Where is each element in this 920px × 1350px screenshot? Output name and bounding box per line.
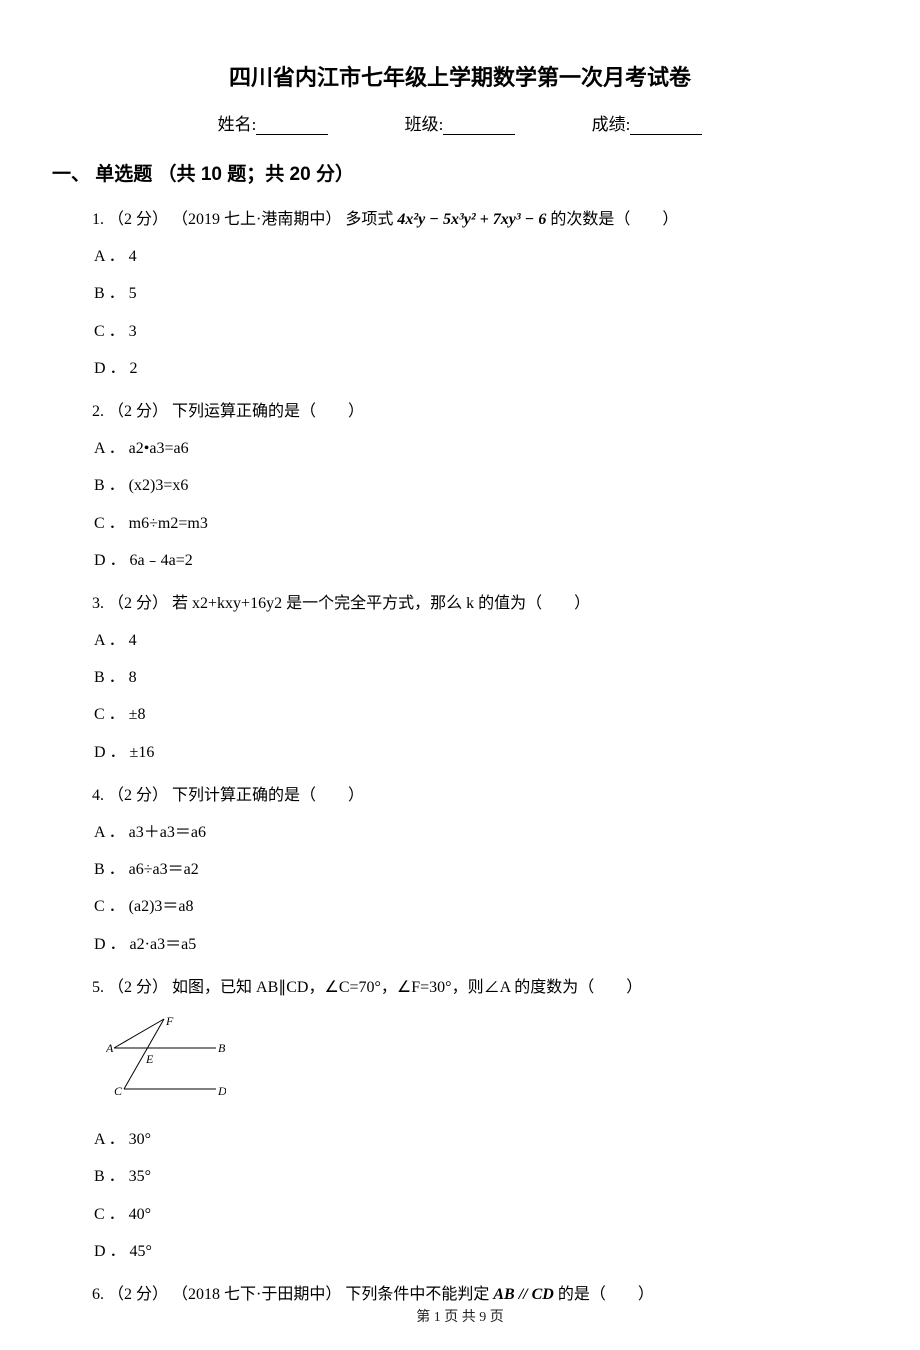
question-points: （2 分） [108,979,168,996]
score-label: 成绩: [592,115,631,134]
option-b: B ． 8 [92,660,860,695]
page-footer: 第 1 页 共 9 页 [0,1306,920,1326]
section-heading: 一、 单选题 （共 10 题；共 20 分） [52,159,860,186]
svg-text:B: B [218,1041,226,1055]
option-b: B ． 35° [92,1159,860,1194]
option-b: B ． a6÷a3＝a2 [92,852,860,887]
options: A ． a2•a3=a6 B ． (x2)3=x6 C ． m6÷m2=m3 D… [92,431,860,578]
question-source: （2018 七下·于田期中） [172,1286,341,1303]
question-points: （2 分） [108,787,168,804]
option-d: D ． 6a﹣4a=2 [92,543,860,578]
svg-text:E: E [145,1052,154,1066]
question-stem: 3. （2 分） 若 x2+kxy+16y2 是一个完全平方式，那么 k 的值为… [92,586,860,621]
name-field: 姓名: [218,110,329,135]
parallel-formula: AB // CD [493,1286,553,1303]
option-d: D ． 2 [92,351,860,386]
question-points: （2 分） [108,403,168,420]
question-5: 5. （2 分） 如图，已知 AB∥CD，∠C=70°，∠F=30°，则∠A 的… [92,970,860,1269]
question-stem: 1. （2 分） （2019 七上·港南期中） 多项式 4x²y − 5x³y²… [92,202,860,237]
option-b: B ． 5 [92,276,860,311]
question-stem: 4. （2 分） 下列计算正确的是（ ） [92,778,860,813]
svg-text:F: F [165,1014,174,1028]
question-points: （2 分） [108,211,168,228]
question-source: （2019 七上·港南期中） [172,211,341,228]
name-blank [256,134,328,135]
option-a: A ． a2•a3=a6 [92,431,860,466]
question-text-a: 下列条件中不能判定 [345,1286,493,1303]
question-2: 2. （2 分） 下列运算正确的是（ ） A ． a2•a3=a6 B ． (x… [92,394,860,578]
svg-text:C: C [114,1084,123,1098]
options: A ． 4 B ． 5 C ． 3 D ． 2 [92,239,860,386]
option-a: A ． 4 [92,239,860,274]
question-3: 3. （2 分） 若 x2+kxy+16y2 是一个完全平方式，那么 k 的值为… [92,586,860,770]
options: A ． 30° B ． 35° C ． 40° D ． 45° [92,1122,860,1269]
question-number: 3. [92,595,104,612]
page-title: 四川省内江市七年级上学期数学第一次月考试卷 [60,60,860,92]
option-a: A ． 4 [92,623,860,658]
option-c: C ． 3 [92,314,860,349]
polynomial-formula: 4x²y − 5x³y² + 7xy³ − 6 [397,211,546,228]
score-field: 成绩: [592,110,703,135]
question-number: 2. [92,403,104,420]
option-a: A ． a3＋a3＝a6 [92,815,860,850]
question-text-b: 的次数是（ ） [546,211,678,228]
option-c: C ． ±8 [92,697,860,732]
option-c: C ． 40° [92,1197,860,1232]
name-label: 姓名: [218,115,257,134]
question-text: 下列运算正确的是（ ） [172,403,364,420]
options: A ． 4 B ． 8 C ． ±8 D ． ±16 [92,623,860,770]
svg-text:A: A [106,1041,114,1055]
question-points: （2 分） [108,1286,168,1303]
class-blank [443,134,515,135]
question-number: 1. [92,211,104,228]
question-text: 下列计算正确的是（ ） [172,787,364,804]
student-info-line: 姓名: 班级: 成绩: [60,110,860,135]
question-text-a: 多项式 [345,211,397,228]
question-number: 4. [92,787,104,804]
question-1: 1. （2 分） （2019 七上·港南期中） 多项式 4x²y − 5x³y²… [92,202,860,386]
question-stem: 5. （2 分） 如图，已知 AB∥CD，∠C=70°，∠F=30°，则∠A 的… [92,970,860,1005]
question-number: 6. [92,1286,104,1303]
option-d: D ． ±16 [92,735,860,770]
question-text: 如图，已知 AB∥CD，∠C=70°，∠F=30°，则∠A 的度数为（ ） [172,979,642,996]
option-c: C ． (a2)3＝a8 [92,889,860,924]
option-c: C ． m6÷m2=m3 [92,506,860,541]
score-blank [630,134,702,135]
options: A ． a3＋a3＝a6 B ． a6÷a3＝a2 C ． (a2)3＝a8 D… [92,815,860,962]
question-4: 4. （2 分） 下列计算正确的是（ ） A ． a3＋a3＝a6 B ． a6… [92,778,860,962]
geometry-diagram: A B C D E F [106,1013,226,1103]
question-number: 5. [92,979,104,996]
option-d: D ． a2·a3＝a5 [92,927,860,962]
svg-text:D: D [217,1084,226,1098]
class-label: 班级: [405,115,444,134]
question-text: 若 x2+kxy+16y2 是一个完全平方式，那么 k 的值为（ ） [172,595,590,612]
question-text-b: 的是（ ） [554,1286,654,1303]
option-a: A ． 30° [92,1122,860,1157]
option-d: D ． 45° [92,1234,860,1269]
class-field: 班级: [405,110,516,135]
question-stem: 2. （2 分） 下列运算正确的是（ ） [92,394,860,429]
option-b: B ． (x2)3=x6 [92,468,860,503]
question-points: （2 分） [108,595,168,612]
